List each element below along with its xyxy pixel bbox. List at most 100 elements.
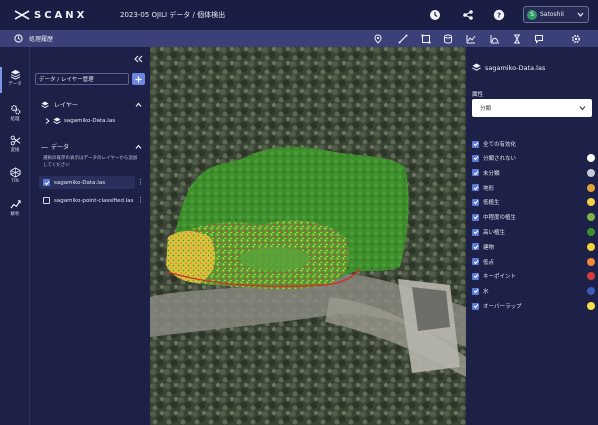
legend-checkbox[interactable] <box>472 287 479 295</box>
annotation-icon[interactable] <box>533 33 545 45</box>
elevation-profile-icon[interactable] <box>465 33 477 45</box>
properties-header: sagamiko-Data.las <box>472 63 545 72</box>
properties-panel: sagamiko-Data.las 属性 分類 全ての有効化 分類されない 未分類… <box>466 47 598 425</box>
history-button[interactable]: 処理履歴 <box>14 34 53 43</box>
rail-item-convert[interactable]: 変換 <box>0 135 30 153</box>
select-all-checkbox[interactable] <box>472 140 479 148</box>
file-name: sagamiko-Data.las <box>54 179 106 186</box>
help-icon[interactable]: ? <box>492 8 506 22</box>
convert-icon <box>10 135 20 146</box>
layers-icon <box>472 63 481 71</box>
page-title: 2023-05 OJILI データ / 個体検出 <box>120 11 226 19</box>
minus-icon: — <box>41 142 48 151</box>
legend-checkbox[interactable] <box>472 243 479 251</box>
legend-checkbox[interactable] <box>472 184 479 192</box>
rail-item-analysis[interactable]: 解析 <box>0 199 30 217</box>
legend-color-swatch <box>587 198 595 207</box>
height-icon[interactable] <box>511 33 523 45</box>
legend-row[interactable]: 低点 <box>472 257 598 266</box>
legend-checkbox[interactable] <box>472 154 479 162</box>
chevron-down-icon <box>579 106 586 111</box>
double-chevron-left-icon <box>134 55 143 63</box>
file-row[interactable]: sagamiko-point-classified.las <box>43 197 133 204</box>
file-row[interactable]: sagamiko-Data.las <box>43 179 105 186</box>
rail-item-tin[interactable]: TIN <box>0 167 30 184</box>
tin-icon <box>9 167 21 178</box>
settings-icon[interactable] <box>570 33 582 45</box>
legend-checkbox[interactable] <box>472 258 479 266</box>
legend-row[interactable]: 水 <box>472 287 598 296</box>
history-label: 処理履歴 <box>29 36 54 43</box>
layers-icon <box>10 69 20 80</box>
legend-color-swatch <box>587 168 595 177</box>
app-logo[interactable]: SCANX <box>14 10 114 21</box>
legend-color-swatch <box>587 242 595 251</box>
chevron-up-icon[interactable] <box>135 144 142 150</box>
legend-row[interactable]: 未分類 <box>472 168 598 177</box>
legend-checkbox[interactable] <box>472 228 479 236</box>
rail-item-process[interactable]: 処理 <box>0 104 30 122</box>
legend-color-swatch <box>587 213 595 222</box>
layer-item-label: sagamiko-Data.las <box>64 118 116 124</box>
point-cloud-icon <box>53 117 61 125</box>
rail-label-data: データ <box>8 82 22 87</box>
svg-text:?: ? <box>497 12 501 20</box>
cross-section-icon[interactable] <box>489 33 501 45</box>
properties-file-title: sagamiko-Data.las <box>485 63 546 72</box>
line-measure-icon[interactable] <box>397 33 409 45</box>
file-checkbox[interactable] <box>43 179 50 186</box>
legend-row[interactable]: 中程度の植生 <box>472 213 598 222</box>
legend-checkbox[interactable] <box>472 213 479 221</box>
legend-label: 分類されない <box>483 156 517 162</box>
nav-rail: データ 処理 変換 TIN 解析 <box>0 47 30 425</box>
legend-row[interactable]: オーバーラップ <box>472 302 598 310</box>
map-viewport[interactable] <box>150 47 466 425</box>
legend-checkbox[interactable] <box>472 198 479 206</box>
toolbar: 処理履歴 <box>0 30 598 47</box>
chevron-up-icon[interactable] <box>135 102 142 108</box>
rail-item-data[interactable]: データ <box>0 69 30 87</box>
layer-item[interactable]: sagamiko-Data.las <box>45 117 115 125</box>
legend-row[interactable]: 低植生 <box>472 198 598 207</box>
history-icon <box>14 34 23 43</box>
volume-icon[interactable] <box>442 33 454 45</box>
collapse-panel-button[interactable] <box>134 55 143 65</box>
layers-section-icon <box>41 101 49 108</box>
legend-row[interactable]: キーポイント <box>472 272 598 281</box>
user-menu[interactable]: S SatoshiI <box>523 6 589 23</box>
legend-checkbox[interactable] <box>472 272 479 280</box>
user-name: SatoshiI <box>540 11 564 18</box>
add-layer-button[interactable] <box>132 73 145 85</box>
layers-section-title: レイヤー <box>54 102 78 109</box>
chevron-down-icon <box>577 12 584 17</box>
legend-label: 低植生 <box>483 200 500 207</box>
legend-checkbox[interactable] <box>472 302 479 310</box>
file-checkbox[interactable] <box>43 197 50 204</box>
avatar: S <box>527 9 537 20</box>
legend-row[interactable]: 高い植生 <box>472 228 598 236</box>
area-select-icon[interactable] <box>420 33 432 45</box>
legend-color-swatch <box>587 228 595 236</box>
kebab-menu-icon[interactable]: ⋮ <box>137 196 144 204</box>
point-cloud-map <box>150 47 466 425</box>
rail-label-analysis: 解析 <box>10 212 20 217</box>
legend-color-swatch <box>587 183 595 192</box>
data-help-text: 選択の既存の表示はデータのレイヤーから追加してください <box>43 156 138 168</box>
share-icon[interactable] <box>461 8 475 22</box>
legend-row[interactable]: 地形 <box>472 183 598 192</box>
plus-icon <box>135 76 142 82</box>
data-section-header[interactable]: — データ <box>41 142 69 152</box>
time-icon[interactable] <box>428 8 442 22</box>
attribute-select[interactable]: 分類 <box>472 99 592 117</box>
rail-label-process: 処理 <box>10 117 20 122</box>
select-all-row[interactable]: 全ての有効化 <box>472 140 516 148</box>
legend-row[interactable]: 分類されない <box>472 154 598 162</box>
kebab-menu-icon[interactable]: ⋮ <box>137 178 144 186</box>
legend-row[interactable]: 建物 <box>472 242 598 251</box>
scanx-logo-icon <box>14 10 30 20</box>
analysis-icon <box>9 200 21 209</box>
layers-section-header[interactable]: レイヤー <box>41 100 78 109</box>
location-pin-icon[interactable] <box>372 33 384 45</box>
legend-checkbox[interactable] <box>472 169 479 177</box>
legend-label: 中程度の植生 <box>483 215 517 222</box>
